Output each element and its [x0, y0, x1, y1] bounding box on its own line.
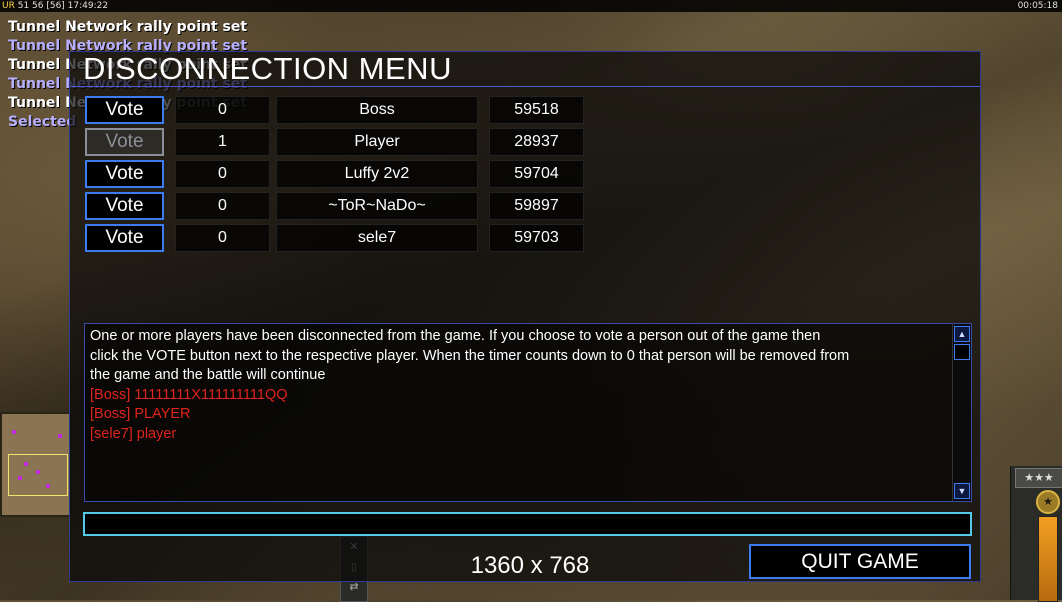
- disconnection-dialog: DISCONNECTION MENU Vote 0 Boss 59518 Vot…: [69, 51, 981, 582]
- rank-stars: ★★★: [1015, 468, 1062, 488]
- player-timer: 59704: [489, 160, 584, 188]
- player-timer: 59897: [489, 192, 584, 220]
- vote-button[interactable]: Vote: [85, 128, 164, 156]
- player-timer: 59703: [489, 224, 584, 252]
- vote-count: 0: [175, 192, 270, 220]
- scroll-thumb[interactable]: [954, 344, 970, 360]
- vote-button[interactable]: Vote: [85, 192, 164, 220]
- info-line: click the VOTE button next to the respec…: [90, 347, 850, 364]
- minimap[interactable]: [0, 412, 72, 517]
- arrow-icon[interactable]: ⇄: [347, 581, 361, 593]
- vote-button[interactable]: Vote: [85, 160, 164, 188]
- player-name: ~ToR~NaDo~: [276, 192, 478, 220]
- player-name: sele7: [276, 224, 478, 252]
- top-status-bar: UR 51 56 [56] 17:49:22 00:05:18: [0, 0, 1062, 12]
- minimap-unit-marker: [58, 434, 62, 438]
- chat-message: [Boss] 11111111X111111111QQ: [90, 386, 288, 403]
- chat-message: [sele7] player: [90, 425, 177, 442]
- resolution-label: 1360 x 768: [470, 552, 590, 579]
- vote-button[interactable]: Vote: [85, 96, 164, 124]
- star-icon: ★: [1036, 490, 1060, 514]
- player-name: Player: [276, 128, 478, 156]
- fps-readout: UR 51 56 [56] 17:49:22: [2, 1, 109, 11]
- triangle-up-icon[interactable]: ▲: [954, 326, 970, 342]
- title-divider: [70, 86, 980, 87]
- vote-count: 1: [175, 128, 270, 156]
- game-timer: 00:05:18: [1017, 1, 1058, 11]
- player-timer: 28937: [489, 128, 584, 156]
- chat-message: [Boss] PLAYER: [90, 406, 191, 422]
- vote-button[interactable]: Vote: [85, 224, 164, 252]
- message-box: One or more players have been disconnect…: [84, 323, 972, 502]
- info-line: One or more players have been disconnect…: [90, 328, 821, 344]
- power-meter: [1038, 516, 1058, 602]
- log-line: Tunnel Network rally point set: [8, 19, 248, 35]
- player-timer: 59518: [489, 96, 584, 124]
- info-line: the game and the battle will continue: [90, 367, 326, 383]
- minimap-viewport: [8, 454, 68, 496]
- vote-count: 0: [175, 96, 270, 124]
- player-name: Luffy 2v2: [276, 160, 478, 188]
- message-scrollbar[interactable]: ▲ ▼: [952, 324, 971, 501]
- quit-game-button[interactable]: QUIT GAME: [749, 544, 971, 579]
- vote-count: 0: [175, 224, 270, 252]
- minimap-unit-marker: [12, 430, 16, 434]
- triangle-down-icon[interactable]: ▼: [954, 483, 970, 499]
- chat-input[interactable]: [83, 512, 972, 536]
- player-name: Boss: [276, 96, 478, 124]
- vote-count: 0: [175, 160, 270, 188]
- message-text: One or more players have been disconnect…: [90, 327, 955, 444]
- dialog-title: DISCONNECTION MENU: [83, 51, 452, 86]
